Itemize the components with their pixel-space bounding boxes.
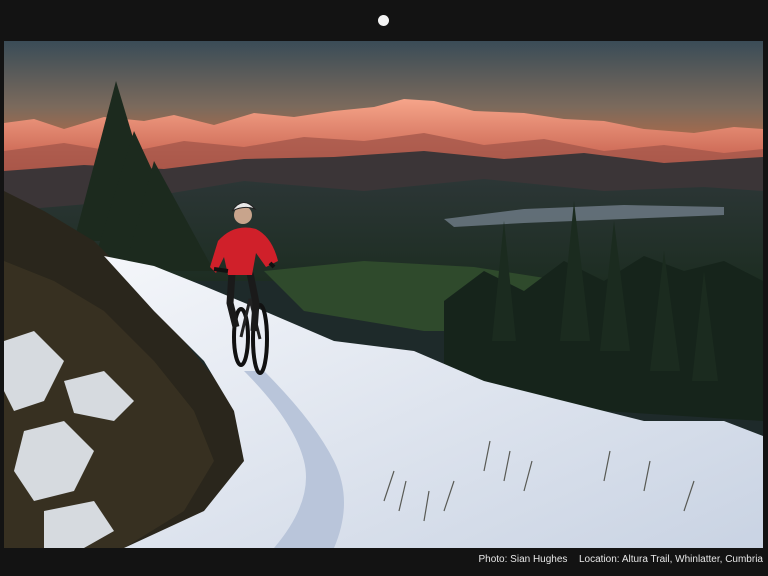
mountain-bike-scene (4, 41, 763, 548)
location-label: Location: (579, 554, 620, 565)
top-bar (0, 0, 768, 41)
photo-caption: Photo: Sian Hughes Location: Altura Trai… (478, 554, 763, 565)
photo-label: Photo: (478, 554, 508, 565)
photo (4, 41, 763, 548)
camera-dot-icon (378, 15, 389, 26)
caption-bar: Photo: Sian Hughes Location: Altura Trai… (0, 548, 768, 576)
location-name: Altura Trail, Whinlatter, Cumbria (621, 554, 763, 565)
photographer-name: Sian Hughes (510, 554, 568, 565)
